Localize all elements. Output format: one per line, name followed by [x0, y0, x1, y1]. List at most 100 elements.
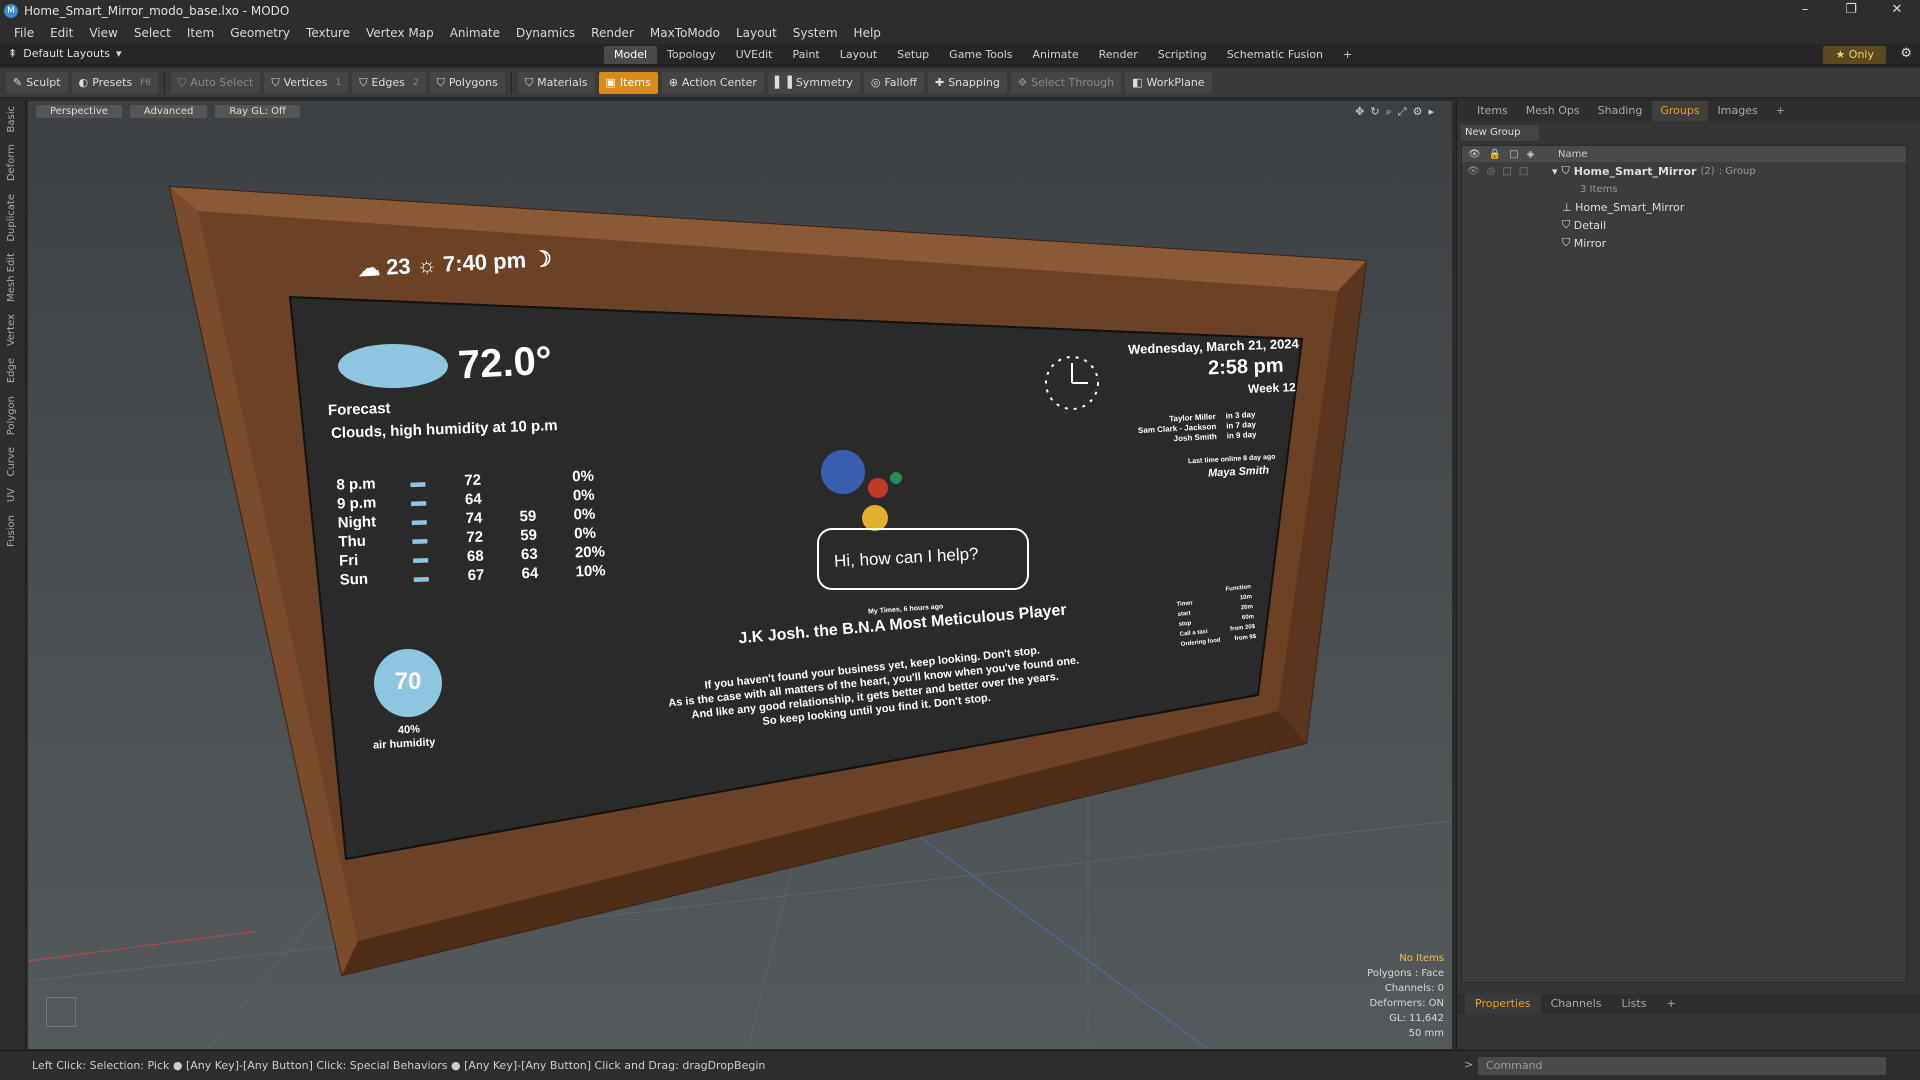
- select-through-button[interactable]: ✥ Select Through: [1010, 71, 1122, 94]
- left-tab-polygon[interactable]: Polygon: [0, 390, 23, 441]
- gear-icon[interactable]: ⚙: [1900, 46, 1912, 61]
- left-tab-duplicate[interactable]: Duplicate: [0, 188, 23, 248]
- tab-schematic-fusion[interactable]: Schematic Fusion: [1217, 46, 1333, 64]
- items-label: Items: [619, 76, 651, 89]
- falloff-button[interactable]: ◎ Falloff: [863, 71, 924, 94]
- tab-mesh-ops[interactable]: Mesh Ops: [1518, 101, 1588, 121]
- tab-topology[interactable]: Topology: [657, 46, 726, 64]
- left-tab-curve[interactable]: Curve: [0, 441, 23, 483]
- menu-select[interactable]: Select: [126, 26, 179, 40]
- menu-geometry[interactable]: Geometry: [222, 26, 298, 40]
- left-tab-deform[interactable]: Deform: [0, 138, 23, 187]
- layout-up-icon[interactable]: ⇞: [8, 47, 17, 60]
- tab-paint[interactable]: Paint: [783, 46, 830, 64]
- command-input[interactable]: Command: [1478, 1057, 1886, 1075]
- left-tab-vertex[interactable]: Vertex: [0, 308, 23, 352]
- action-center-button[interactable]: ⊕ Action Center: [661, 71, 764, 94]
- tab-groups[interactable]: Groups: [1652, 101, 1708, 121]
- forecast-low: 63: [520, 545, 538, 564]
- tab-images[interactable]: Images: [1710, 101, 1766, 121]
- menu-file[interactable]: File: [6, 26, 42, 40]
- menu-layout[interactable]: Layout: [728, 26, 785, 40]
- 3d-viewport[interactable]: Perspective Advanced Ray GL: Off ✥ ↻ ⌕ ⤢…: [28, 101, 1452, 1049]
- tab-uvedit[interactable]: UVEdit: [726, 46, 783, 64]
- add-properties-tab-button[interactable]: +: [1656, 994, 1685, 1014]
- menu-system[interactable]: System: [785, 26, 846, 40]
- polygons-button[interactable]: ⛉ Polygons: [429, 71, 505, 94]
- lock-col-icon[interactable]: 🔒: [1489, 149, 1501, 160]
- group-child-row[interactable]: ⊥ Home_Smart_Mirror: [1462, 198, 1906, 216]
- eye-icon[interactable]: 👁: [1467, 166, 1480, 177]
- expand-icon[interactable]: ▾: [1552, 165, 1558, 178]
- render-col-icon[interactable]: ◈: [1527, 149, 1535, 160]
- checkbox-icon[interactable]: □: [1519, 166, 1528, 177]
- snap-icon: ✚: [934, 76, 945, 89]
- tab-scripting[interactable]: Scripting: [1148, 46, 1217, 64]
- add-panel-tab-button[interactable]: +: [1768, 101, 1793, 121]
- menu-render[interactable]: Render: [583, 26, 642, 40]
- only-toggle[interactable]: ★ Only: [1823, 46, 1886, 64]
- symmetry-button[interactable]: ▌▐ Symmetry: [767, 71, 860, 94]
- menu-maxtomodo[interactable]: MaxToModo: [642, 26, 728, 40]
- sculpt-button[interactable]: ✎ Sculpt: [6, 71, 68, 94]
- group-row[interactable]: 👁 ◎ □ □ ▾ ⛉ Home_Smart_Mirror (2): Group: [1462, 162, 1906, 180]
- menu-edit[interactable]: Edit: [42, 26, 81, 40]
- tab-game-tools[interactable]: Game Tools: [939, 46, 1022, 64]
- tab-shading[interactable]: Shading: [1590, 101, 1651, 121]
- select-col-icon[interactable]: □: [1509, 149, 1518, 160]
- forecast-time: 9 p.m: [336, 494, 377, 513]
- presets-button[interactable]: ◐ Presets F6: [71, 71, 159, 94]
- visibility-col-icon[interactable]: 👁: [1468, 149, 1481, 160]
- assistant-text: Hi, how can I help?: [833, 544, 979, 571]
- left-tab-edge[interactable]: Edge: [0, 352, 23, 389]
- items-button[interactable]: ▣ Items: [598, 71, 658, 94]
- workplane-button[interactable]: ◧ WorkPlane: [1125, 71, 1212, 94]
- groups-list: 👁 🔒 □ ◈ Name 👁 ◎ □ □ ▾ ⛉ Home_Smart_Mirror (2): G…: [1461, 145, 1907, 983]
- close-button[interactable]: ✕: [1874, 0, 1920, 22]
- tab-layout[interactable]: Layout: [830, 46, 887, 64]
- group-child-row[interactable]: ⛉ Mirror: [1462, 234, 1906, 252]
- right-panel-tabs: Items Mesh Ops Shading Groups Images +: [1457, 101, 1920, 121]
- vertices-button[interactable]: ⛉ Vertices 1: [264, 71, 349, 94]
- menu-vertex-map[interactable]: Vertex Map: [358, 26, 442, 40]
- add-tab-button[interactable]: +: [1333, 46, 1362, 64]
- cloud-icon: ▬: [410, 492, 427, 511]
- contacts-list: Taylor Miller in 3 day Sam Clark - Jackso…: [1137, 410, 1257, 446]
- forecast-time: Fri: [338, 551, 359, 570]
- menu-view[interactable]: View: [81, 26, 125, 40]
- menu-help[interactable]: Help: [846, 26, 889, 40]
- groups-header: 👁 🔒 □ ◈ Name: [1462, 146, 1906, 162]
- tab-lists[interactable]: Lists: [1612, 994, 1657, 1014]
- menu-dynamics[interactable]: Dynamics: [508, 26, 583, 40]
- menu-item[interactable]: Item: [179, 26, 222, 40]
- tab-setup[interactable]: Setup: [887, 46, 939, 64]
- group-child-row[interactable]: ⛉ Detail: [1462, 216, 1906, 234]
- snapping-button[interactable]: ✚ Snapping: [927, 71, 1007, 94]
- layout-dropdown[interactable]: Default Layouts: [23, 47, 110, 60]
- tab-items[interactable]: Items: [1469, 101, 1516, 121]
- left-tab-mesh-edit[interactable]: Mesh Edit: [0, 247, 23, 308]
- tab-model[interactable]: Model: [604, 46, 658, 64]
- news-quote: If you haven't found your business yet, …: [666, 640, 1083, 739]
- left-tab-fusion[interactable]: Fusion: [0, 509, 23, 553]
- new-group-button[interactable]: New Group: [1461, 125, 1539, 141]
- locator-icon: ⊥: [1562, 200, 1572, 214]
- checkbox-icon[interactable]: □: [1502, 166, 1511, 177]
- shield-icon: ⛉: [178, 75, 187, 89]
- chevron-down-icon[interactable]: ▾: [116, 47, 122, 60]
- left-tab-basic[interactable]: Basic: [0, 100, 23, 138]
- tab-properties[interactable]: Properties: [1465, 994, 1541, 1014]
- edges-button[interactable]: ⛉ Edges 2: [352, 71, 426, 94]
- minimize-button[interactable]: –: [1782, 0, 1828, 22]
- stat-deformers: Deformers: ON: [1369, 998, 1444, 1009]
- auto-select-button[interactable]: ⛉ Auto Select: [171, 71, 261, 94]
- tab-animate[interactable]: Animate: [1023, 46, 1089, 64]
- tab-render[interactable]: Render: [1089, 46, 1148, 64]
- tab-channels[interactable]: Channels: [1541, 994, 1612, 1014]
- maximize-button[interactable]: ❐: [1828, 0, 1874, 22]
- left-tab-uv[interactable]: UV: [0, 482, 23, 508]
- materials-button[interactable]: ⛉ Materials: [517, 71, 595, 94]
- menu-animate[interactable]: Animate: [442, 26, 508, 40]
- menu-texture[interactable]: Texture: [298, 26, 358, 40]
- lock-icon[interactable]: ◎: [1487, 166, 1496, 177]
